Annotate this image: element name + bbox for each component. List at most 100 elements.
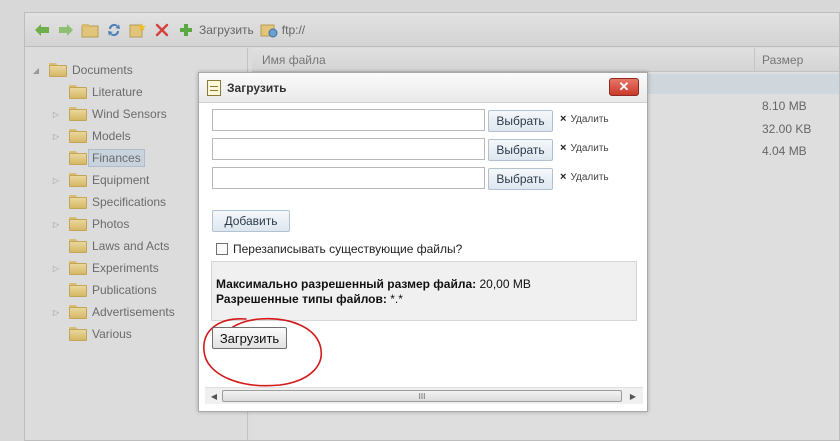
- refresh-icon[interactable]: [105, 21, 123, 39]
- ftp-folder-icon: [260, 21, 278, 39]
- ftp-button-label: ftp://: [281, 22, 306, 37]
- x-icon: ×: [560, 142, 567, 154]
- file-path-input[interactable]: [212, 109, 485, 131]
- folder-icon: [69, 261, 87, 275]
- tree-item-label: Equipment: [92, 173, 150, 187]
- expand-arrow-icon[interactable]: ▷: [51, 175, 61, 185]
- x-icon: ×: [560, 113, 567, 125]
- choose-file-button[interactable]: Выбрать: [488, 139, 553, 161]
- allowed-types-line: Разрешенные типы файлов: *.*: [216, 292, 636, 307]
- folder-icon: [49, 63, 67, 77]
- file-path-input[interactable]: [212, 167, 485, 189]
- add-file-button[interactable]: Добавить: [212, 210, 290, 232]
- forward-arrow-icon[interactable]: [57, 21, 75, 39]
- upload-limits-panel: Максимально разрешенный размер файла: 20…: [211, 261, 637, 321]
- tree-item[interactable]: Laws and Acts: [51, 235, 169, 257]
- toolbar: Загрузить ftp://: [25, 13, 839, 47]
- column-divider[interactable]: [754, 48, 755, 72]
- folder-icon: [69, 85, 87, 99]
- tree-item[interactable]: ▷ Equipment: [51, 169, 149, 191]
- tree-item[interactable]: ▷ Advertisements: [51, 301, 175, 323]
- expand-arrow-icon[interactable]: ▷: [51, 263, 61, 273]
- scrollbar-thumb[interactable]: III: [222, 390, 622, 402]
- new-folder-icon[interactable]: [129, 21, 147, 39]
- choose-file-button[interactable]: Выбрать: [488, 110, 553, 132]
- horizontal-scrollbar[interactable]: ◀ III ▶: [205, 387, 643, 404]
- folder-icon: [69, 239, 87, 253]
- tree-item-label: Advertisements: [92, 305, 175, 319]
- delete-label: Удалить: [570, 142, 609, 154]
- choose-file-button[interactable]: Выбрать: [488, 168, 553, 190]
- overwrite-option[interactable]: Перезаписывать существующие файлы?: [216, 242, 462, 256]
- tree-item[interactable]: ◢ Documents: [31, 59, 133, 81]
- delete-row-link[interactable]: × Удалить: [560, 113, 609, 125]
- delete-row-link[interactable]: × Удалить: [560, 171, 609, 183]
- overwrite-label: Перезаписывать существующие файлы?: [233, 242, 463, 256]
- folder-icon: [69, 107, 87, 121]
- tree-item-label: Photos: [92, 217, 130, 231]
- scroll-right-icon[interactable]: ▶: [626, 390, 640, 403]
- tree-item[interactable]: Specifications: [51, 191, 166, 213]
- close-button[interactable]: ✕: [609, 78, 639, 96]
- expanded-arrow-icon[interactable]: ◢: [31, 65, 41, 75]
- scrollbar-grip: III: [418, 391, 426, 401]
- delete-row-link[interactable]: × Удалить: [560, 142, 609, 154]
- tree-item-label: Specifications: [92, 195, 167, 209]
- folder-icon: [69, 195, 87, 209]
- column-header-name[interactable]: Имя файла: [262, 53, 326, 67]
- tree-item-label: Various: [92, 327, 132, 341]
- allowed-types-label: Разрешенные типы файлов:: [216, 292, 387, 306]
- file-size-cell: 32.00 KB: [762, 122, 812, 136]
- upload-button-label: Загрузить: [199, 22, 254, 37]
- expand-arrow-icon[interactable]: ▷: [51, 131, 61, 141]
- tree-item[interactable]: Various: [51, 323, 132, 345]
- tree-item-label: Documents: [72, 63, 133, 77]
- max-size-line: Максимально разрешенный размер файла: 20…: [216, 277, 636, 292]
- expand-arrow-icon[interactable]: ▷: [51, 307, 61, 317]
- folder-icon: [69, 305, 87, 319]
- up-folder-icon[interactable]: [81, 21, 99, 39]
- tree-item-label: Wind Sensors: [92, 107, 167, 121]
- tree-item[interactable]: Literature: [51, 81, 143, 103]
- dialog-titlebar[interactable]: Загрузить ✕: [199, 73, 647, 103]
- plus-icon: [177, 21, 195, 39]
- upload-button[interactable]: Загрузить: [177, 20, 254, 40]
- tree-item-label: Models: [92, 129, 131, 143]
- delete-label: Удалить: [570, 113, 609, 125]
- dialog-title: Загрузить: [227, 80, 287, 95]
- tree-item[interactable]: ▷ Experiments: [51, 257, 159, 279]
- dialog-body: Выбрать × Удалить Выбрать × Удалить Выбр…: [203, 104, 643, 404]
- column-header-size[interactable]: Размер: [762, 53, 803, 67]
- close-icon: ✕: [618, 79, 630, 94]
- overwrite-checkbox[interactable]: [216, 243, 228, 255]
- submit-upload-button[interactable]: Загрузить: [212, 327, 287, 349]
- x-icon: ×: [560, 171, 567, 183]
- file-path-input[interactable]: [212, 138, 485, 160]
- back-arrow-icon[interactable]: [33, 21, 51, 39]
- upload-dialog: Загрузить ✕ Выбрать × Удалить Выбрать × …: [198, 72, 648, 412]
- delete-icon[interactable]: [153, 21, 171, 39]
- tree-item-label: Finances: [88, 149, 145, 167]
- tree-item[interactable]: ▷ Photos: [51, 213, 129, 235]
- folder-icon: [69, 173, 87, 187]
- file-row: Выбрать × Удалить: [212, 138, 632, 161]
- tree-item[interactable]: Publications: [51, 279, 157, 301]
- red-circle-annotation: [203, 317, 322, 387]
- tree-item[interactable]: ▷ Wind Sensors: [51, 103, 167, 125]
- folder-icon: [69, 151, 87, 165]
- expand-arrow-icon[interactable]: ▷: [51, 109, 61, 119]
- tree-item[interactable]: ▷ Models: [51, 125, 131, 147]
- notepad-icon: [207, 79, 221, 96]
- ftp-button[interactable]: ftp://: [260, 20, 305, 40]
- max-size-value: 20,00 MB: [479, 277, 531, 291]
- tree-item[interactable]: Finances: [51, 147, 145, 169]
- expand-arrow-icon[interactable]: ▷: [51, 219, 61, 229]
- scroll-left-icon[interactable]: ◀: [207, 390, 221, 403]
- tree-item-label: Laws and Acts: [92, 239, 170, 253]
- delete-label: Удалить: [570, 171, 609, 183]
